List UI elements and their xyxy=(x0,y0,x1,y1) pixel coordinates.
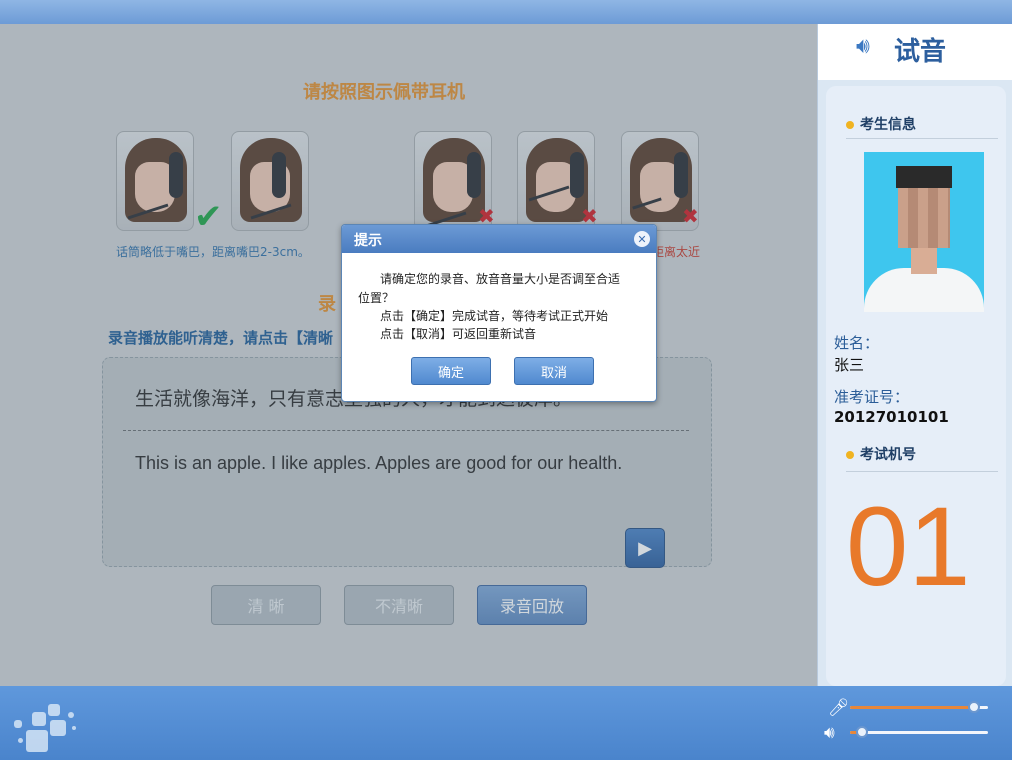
dialog-message-line: 点击【确定】完成试音，等待考试正式开始 xyxy=(380,309,609,323)
confirm-dialog: 提示 ✕ 请确定您的录音、放音音量大小是否调至合适 位置？ 点击【确定】完成试音… xyxy=(341,224,657,402)
speaker-volume-knob[interactable] xyxy=(856,726,868,738)
candidate-info-card: 考生信息 姓名： 张三 准考证号： 20127010101 考试机号 01 xyxy=(826,86,1006,686)
top-bar xyxy=(0,0,1012,24)
bullet-icon xyxy=(846,451,854,459)
close-icon[interactable]: ✕ xyxy=(634,231,650,247)
cancel-button[interactable]: 取消 xyxy=(514,357,594,385)
name-label: 姓名： xyxy=(834,334,880,352)
sidebar: 🔊︎ 试音 考生信息 姓名： 张三 准考证号： 20127010101 考试机号… xyxy=(817,24,1012,686)
speaker-icon: 🔊︎ xyxy=(824,723,835,743)
candidate-photo xyxy=(864,152,984,312)
dialog-message-line: 请确定您的录音、放音音量大小是否调至合适 xyxy=(380,272,621,286)
dialog-message-line: 点击【取消】可返回重新试音 xyxy=(380,327,537,341)
bullet-icon xyxy=(846,121,854,129)
dialog-message-line: 位置？ xyxy=(358,291,395,305)
ticket-value: 20127010101 xyxy=(834,408,949,426)
divider xyxy=(846,471,998,472)
name-value: 张三 xyxy=(834,356,865,374)
microphone-icon: 🎤︎ xyxy=(828,698,850,718)
dialog-header: 提示 ✕ xyxy=(342,225,656,253)
ticket-label: 准考证号： xyxy=(834,388,910,406)
candidate-info-heading: 考生信息 xyxy=(846,114,916,134)
divider xyxy=(846,138,998,139)
speaker-volume-slider[interactable] xyxy=(850,726,988,738)
dialog-title: 提示 xyxy=(354,233,382,249)
ok-button[interactable]: 确定 xyxy=(411,357,491,385)
seat-heading: 考试机号 xyxy=(846,444,916,464)
app-logo xyxy=(10,694,90,752)
sidebar-header: 🔊︎ 试音 xyxy=(818,24,1012,80)
microphone-volume-slider[interactable] xyxy=(850,701,988,713)
microphone-volume-fill xyxy=(850,706,974,709)
seat-number: 01 xyxy=(846,484,971,609)
microphone-volume-knob[interactable] xyxy=(968,701,980,713)
sidebar-title: 试音 xyxy=(894,37,947,67)
sound-wave-icon: 🔊︎ xyxy=(856,34,870,59)
bottom-bar: 🎤︎ 🔊︎ xyxy=(0,686,1012,760)
